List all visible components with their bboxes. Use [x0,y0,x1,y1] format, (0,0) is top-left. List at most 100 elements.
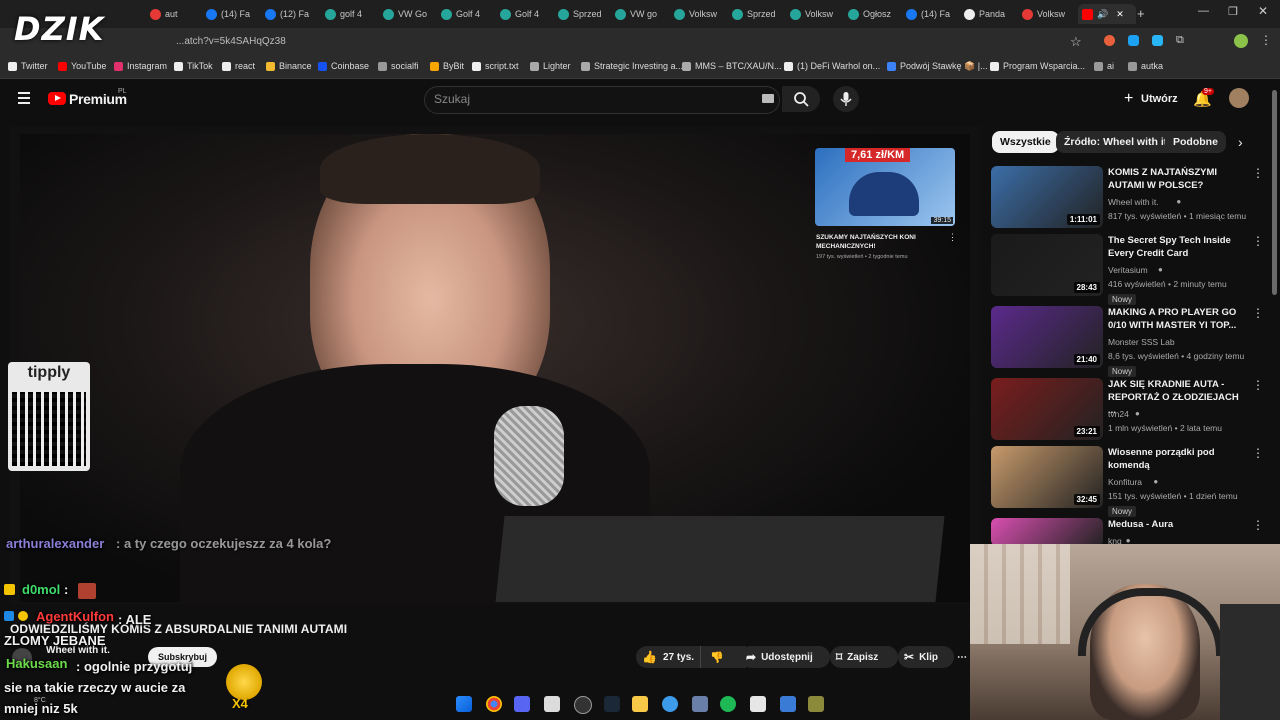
recommendation-title[interactable]: Medusa - Aura [1108,518,1243,531]
steam-icon[interactable] [604,696,620,712]
browser-tab[interactable]: Volksw [674,4,728,24]
bookmark-item[interactable]: ai [1094,61,1114,71]
bookmark-item[interactable]: Program Wsparcia... [990,61,1085,71]
bookmark-item[interactable]: socialfi [378,61,419,71]
browser-tab[interactable]: VW Go [383,4,437,24]
discord-icon[interactable] [514,696,530,712]
recommendation-title[interactable]: KOMIS Z NAJTAŃSZYMI AUTAMI W POLSCE? [1108,166,1243,192]
bookmark-item[interactable]: react [222,61,255,71]
bookmark-item[interactable]: Instagram [114,61,167,71]
bookmark-item[interactable]: (1) DeFi Warhol on... [784,61,880,71]
extension-icon[interactable] [1104,35,1115,46]
browser-tab[interactable]: Golf 4 [500,4,554,24]
clip-button[interactable]: ✂ Klip [898,646,954,668]
file-explorer-icon[interactable] [632,696,648,712]
browser-tab[interactable]: (14) Fa [206,4,260,24]
recommendation-thumbnail[interactable]: 1:11:01 [991,166,1103,228]
more-options-icon[interactable]: ⋮ [1252,518,1264,532]
extension-icon[interactable] [1152,35,1163,46]
browser-tab[interactable]: Golf 4 [441,4,495,24]
save-button[interactable]: ⌑ Zapisz [830,646,898,668]
bookmark-item[interactable]: Lighter [530,61,571,71]
create-plus-icon[interactable]: + [1124,90,1133,108]
chips-next-chevron-icon[interactable]: › [1238,134,1243,150]
filter-chip[interactable]: Podobne [1165,131,1226,153]
minimize-button[interactable]: — [1198,5,1209,17]
bookmark-item[interactable]: YouTube [58,61,106,71]
spotify-icon[interactable] [720,696,736,712]
bookmark-item[interactable]: Binance [266,61,312,71]
bookmark-item[interactable]: Twitter [8,61,48,71]
extensions-puzzle-icon[interactable]: ⧉ [1176,34,1184,47]
windows-start-icon[interactable] [456,696,472,712]
endscreen-title[interactable]: SZUKAMY NAJTAŃSZYCH KONI MECHANICZNYCH! [816,233,936,251]
browser-tab[interactable]: Ogłosz [848,4,902,24]
browser-tab[interactable]: Sprzed [732,4,786,24]
recommendation-thumbnail[interactable]: 21:40 [991,306,1103,368]
bookmark-item[interactable]: script.txt [472,61,519,71]
keyboard-icon[interactable] [762,94,774,103]
recommendation-channel[interactable]: Wheel with it. [1108,197,1159,207]
account-avatar[interactable] [1229,88,1249,108]
browser-tab[interactable]: Volksw [1022,4,1076,24]
close-window-button[interactable]: ✕ [1258,4,1268,18]
app-icon[interactable] [808,696,824,712]
active-tab[interactable]: 🔊 ✕ [1078,4,1136,24]
hamburger-menu-icon[interactable] [18,92,30,104]
create-button[interactable]: Utwórz [1141,93,1178,105]
url-field[interactable]: ...atch?v=5k4SAHqQz38 [176,36,286,47]
browser-tab[interactable]: aut [150,4,204,24]
recommendation-thumbnail[interactable]: 23:21 [991,378,1103,440]
bookmark-item[interactable]: Coinbase [318,61,369,71]
browser-tab[interactable]: Volksw [790,4,844,24]
bookmark-item[interactable]: TikTok [174,61,213,71]
more-actions-button[interactable]: ⋯ [955,646,969,668]
search-button[interactable] [782,86,820,112]
browser-tab[interactable]: Panda [964,4,1018,24]
browser-tab[interactable]: golf 4 [325,4,379,24]
recommendation-thumbnail[interactable]: 32:45 [991,446,1103,508]
app-icon[interactable] [780,696,796,712]
bookmark-item[interactable]: Podwój Stawkę 📦 |... [887,61,988,72]
browser-menu-icon[interactable]: ⋮ [1260,33,1272,47]
obs-icon[interactable] [574,696,592,714]
new-tab-button[interactable]: + [1137,6,1145,21]
maximize-button[interactable]: ❐ [1228,5,1238,18]
voice-search-button[interactable] [833,86,859,112]
app-icon[interactable] [544,696,560,712]
recommendation-title[interactable]: MAKING A PRO PLAYER GO 0/10 WITH MASTER … [1108,306,1243,332]
recommendation-thumbnail[interactable] [991,518,1103,546]
bookmark-star-icon[interactable]: ☆ [1070,34,1082,50]
recommendation-title[interactable]: The Secret Spy Tech Inside Every Credit … [1108,234,1243,260]
more-options-icon[interactable]: ⋮ [1252,378,1264,392]
youtube-logo-icon[interactable] [48,92,66,105]
search-input[interactable] [424,86,780,114]
share-button[interactable]: ➦ Udostępnij [740,646,830,668]
app-icon[interactable] [692,696,708,712]
browser-tab[interactable]: (14) Fa [906,4,960,24]
app-icon[interactable] [750,696,766,712]
recommendation-channel[interactable]: tvn24 [1108,409,1129,419]
recommendation-channel[interactable]: Konfitura [1108,477,1142,487]
browser-tab[interactable]: (12) Fa [265,4,319,24]
recommendation-channel[interactable]: Monster SSS Lab [1108,337,1175,347]
more-options-icon[interactable]: ⋮ [1252,166,1264,180]
recommendation-channel[interactable]: Veritasium [1108,265,1148,275]
filter-chip[interactable]: Źródło: Wheel with it. [1056,131,1179,153]
bookmark-item[interactable]: autka [1128,61,1163,71]
browser-tab[interactable]: VW go [615,4,669,24]
browser-tab[interactable]: Sprzed [558,4,612,24]
recommendation-title[interactable]: Wiosenne porządki pod komendą [1108,446,1243,472]
chrome-icon[interactable] [486,696,502,712]
more-options-icon[interactable]: ⋮ [1252,306,1264,320]
page-scrollbar[interactable] [1272,90,1277,295]
recommendation-thumbnail[interactable]: 28:43 [991,234,1103,296]
bookmark-item[interactable]: ByBit [430,61,464,71]
filter-chip[interactable]: Wszystkie [992,131,1059,153]
extension-icon[interactable] [1128,35,1139,46]
more-options-icon[interactable]: ⋮ [1252,234,1264,248]
more-options-icon[interactable]: ⋮ [1252,446,1264,460]
bookmark-item[interactable]: MMS – BTC/XAU/N... [682,61,782,71]
endscreen-thumbnail[interactable]: 7,61 zł/KM 39:15 [815,148,955,226]
app-icon[interactable] [662,696,678,712]
